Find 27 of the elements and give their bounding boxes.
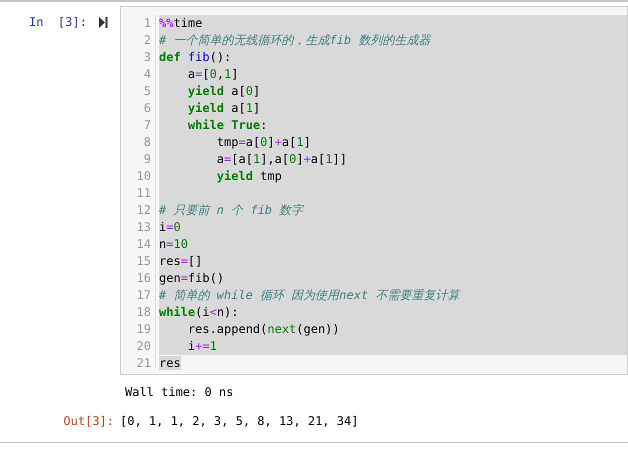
line-number: 4: [144, 67, 151, 81]
line-number: 2: [144, 33, 151, 47]
line-number: 6: [144, 101, 151, 115]
line-number: 7: [144, 118, 151, 132]
line-number: 18: [136, 305, 151, 319]
line-number: 8: [144, 135, 151, 149]
line-number: 15: [136, 254, 151, 268]
line-number: 12: [136, 203, 151, 217]
line-number: 20: [136, 339, 151, 353]
line-number: 11: [136, 186, 151, 200]
line-number: 21: [136, 356, 151, 370]
code-editor[interactable]: [120, 6, 628, 375]
line-number: 3: [144, 50, 151, 64]
line-number: 13: [136, 220, 151, 234]
line-number: 17: [136, 288, 151, 302]
line-number: 14: [136, 237, 151, 251]
line-number: 19: [136, 322, 151, 336]
output-value: [0, 1, 1, 2, 3, 5, 8, 13, 21, 34]: [120, 413, 358, 430]
run-icon[interactable]: [98, 17, 108, 28]
line-number: 9: [144, 152, 151, 166]
output-prompt: Out[3]:: [62, 413, 115, 430]
input-prompt: In [3]:: [29, 14, 87, 31]
line-number: 1: [144, 16, 151, 30]
line-number: 10: [136, 169, 151, 183]
stdout-text: Wall time: 0 ns: [125, 384, 234, 401]
line-number: 16: [136, 271, 151, 285]
line-number: 5: [144, 84, 151, 98]
